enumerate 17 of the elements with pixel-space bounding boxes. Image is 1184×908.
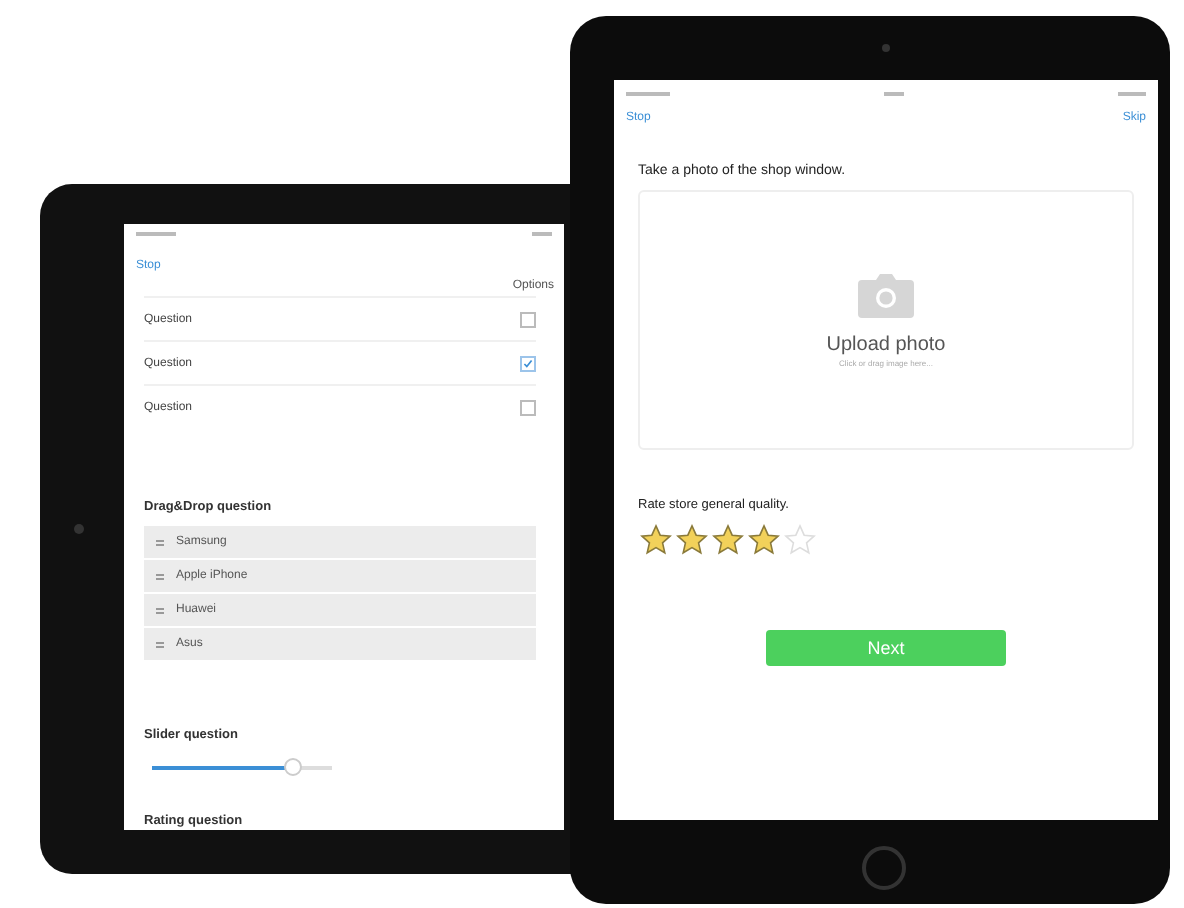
star-icon[interactable] <box>748 524 780 556</box>
star-icon[interactable] <box>712 524 744 556</box>
home-button[interactable] <box>862 846 906 890</box>
drag-handle-icon[interactable] <box>156 539 164 545</box>
drag-handle-icon[interactable] <box>156 573 164 579</box>
drag-handle-icon[interactable] <box>156 641 164 647</box>
camera-icon <box>74 524 84 534</box>
star-icon[interactable] <box>640 524 672 556</box>
camera-icon <box>858 273 914 317</box>
checkbox[interactable] <box>520 355 536 371</box>
camera-icon <box>882 44 890 52</box>
checkbox[interactable] <box>520 311 536 327</box>
upload-label: Upload photo <box>826 333 946 355</box>
checkbox[interactable] <box>520 399 536 415</box>
drag-handle-icon[interactable] <box>156 607 164 613</box>
star-icon[interactable] <box>676 524 708 556</box>
slider-thumb[interactable] <box>284 758 303 776</box>
